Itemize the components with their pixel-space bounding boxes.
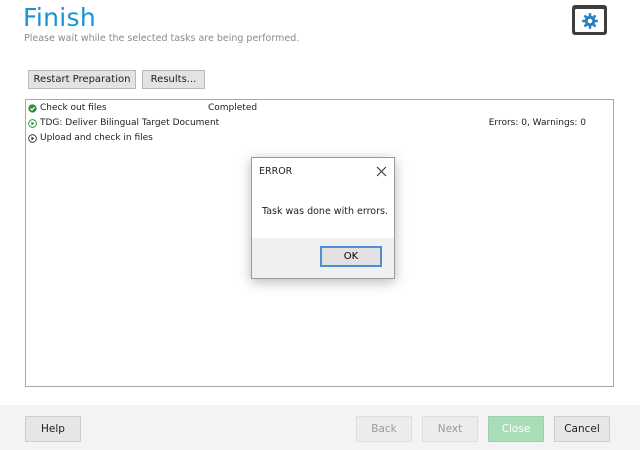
error-dialog: ERROR Task was done with errors. OK	[251, 157, 395, 279]
close-button[interactable]: Close	[488, 416, 544, 442]
ok-button[interactable]: OK	[320, 246, 382, 267]
task-row-deliver[interactable]: TDG: Deliver Bilingual Target Document E…	[26, 117, 613, 131]
footer-bar: Help Back Next Close Cancel	[0, 405, 640, 450]
play-circle-icon	[28, 134, 37, 143]
dialog-close-button[interactable]	[374, 164, 388, 178]
results-button[interactable]: Results...	[142, 70, 205, 89]
page-title: Finish	[23, 3, 96, 32]
task-name: TDG: Deliver Bilingual Target Document	[40, 118, 220, 128]
cancel-button[interactable]: Cancel	[554, 416, 610, 442]
settings-button[interactable]	[572, 5, 607, 35]
task-name: Check out files	[40, 103, 107, 113]
task-row-upload[interactable]: Upload and check in files	[26, 132, 613, 146]
page-subtitle: Please wait while the selected tasks are…	[24, 33, 300, 44]
back-button[interactable]: Back	[356, 416, 412, 442]
task-row-check-out[interactable]: Check out files Completed	[26, 102, 613, 116]
play-circle-icon	[28, 119, 37, 128]
next-button[interactable]: Next	[422, 416, 478, 442]
check-circle-icon	[28, 104, 37, 113]
gear-icon	[581, 12, 598, 29]
task-name: Upload and check in files	[40, 133, 153, 143]
help-button[interactable]: Help	[25, 416, 81, 442]
dialog-footer: OK	[252, 238, 394, 278]
close-icon	[376, 166, 386, 176]
restart-preparation-button[interactable]: Restart Preparation	[28, 70, 136, 89]
task-status: Completed	[208, 103, 258, 113]
dialog-title: ERROR	[259, 166, 293, 177]
task-result: Errors: 0, Warnings: 0	[488, 118, 586, 128]
dialog-message: Task was done with errors.	[262, 206, 388, 217]
